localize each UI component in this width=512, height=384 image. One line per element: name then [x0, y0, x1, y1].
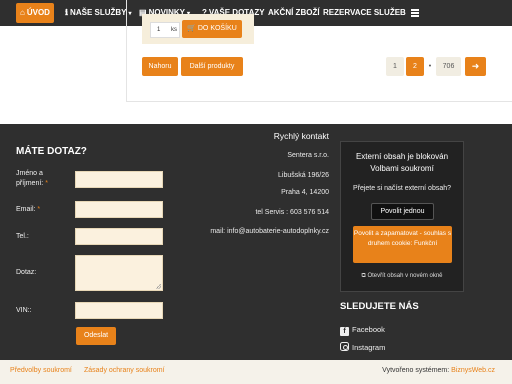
contact-city: Praha 4, 14200	[281, 189, 329, 196]
phone-field[interactable]	[75, 228, 163, 245]
contact-email[interactable]: mail: info@autobaterie-autodoplnky.cz	[210, 228, 329, 235]
external-link-icon: ⧉	[361, 273, 366, 279]
contact-title: Rychlý kontakt	[273, 131, 329, 141]
vin-label: VIN::	[16, 307, 32, 314]
instagram-link[interactable]: Instagram	[340, 342, 385, 352]
next-page-button[interactable]: ➜	[465, 57, 486, 76]
info-icon: ℹ	[65, 8, 69, 17]
social-title: SLEDUJETE NÁS	[340, 301, 419, 312]
open-new-window-label: Otevřít obsah v novém okně	[367, 273, 443, 279]
allow-and-remember-button[interactable]: Povolit a zapamatovat - souhlas s druhem…	[353, 226, 452, 263]
question-textarea[interactable]	[75, 255, 163, 291]
cart-icon: 🛒	[187, 25, 196, 32]
more-products-button[interactable]: Další produkty	[181, 57, 243, 76]
contact-phone: tel Servis : 603 576 514	[255, 209, 329, 216]
nav-services[interactable]: ℹ NAŠE SLUŽBY ▾	[65, 0, 132, 26]
instagram-label: Instagram	[352, 343, 386, 352]
hamburger-icon[interactable]	[411, 9, 419, 17]
page-link-current[interactable]: 2	[406, 57, 424, 76]
resize-handle-icon[interactable]	[156, 284, 161, 289]
quantity-unit: ks	[171, 27, 177, 33]
blocker-title: Externí obsah je blokován Volbami soukro…	[355, 152, 449, 173]
email-field[interactable]	[75, 201, 163, 218]
created-by: Vytvořeno systémem: BiznysWeb.cz	[382, 367, 495, 374]
open-new-window-link[interactable]: ⧉ Otevřít obsah v novém okně	[341, 273, 463, 280]
facebook-icon: f	[340, 327, 349, 336]
nav-home[interactable]: ⌂ ÚVOD	[16, 3, 54, 23]
vin-field[interactable]	[75, 302, 163, 319]
content-border-left	[126, 0, 127, 102]
footer: MÁTE DOTAZ? Jméno a příjmení: * Email: *…	[0, 124, 512, 360]
page-ellipsis: •	[428, 63, 432, 70]
external-content-blocker: Externí obsah je blokován Volbami soukro…	[340, 141, 464, 292]
blocker-question: Přejete si načíst externí obsah?	[352, 185, 452, 192]
home-icon: ⌂	[20, 8, 25, 17]
required-mark: *	[45, 180, 48, 187]
required-mark: *	[37, 206, 41, 213]
add-to-cart-button[interactable]: 🛒 DO KOŠÍKU	[182, 20, 242, 38]
phone-label: Tel.:	[16, 233, 29, 240]
back-to-top-button[interactable]: Nahoru	[142, 57, 178, 76]
email-label-text: Email:	[16, 206, 36, 213]
name-field[interactable]	[75, 171, 163, 188]
name-label-text: Jméno a příjmení:	[16, 170, 44, 187]
nav-reservations[interactable]: REZERVACE SLUŽEB	[323, 0, 406, 26]
name-label: Jméno a příjmení: *	[16, 169, 61, 189]
instagram-icon	[340, 342, 349, 351]
quantity-stepper[interactable]: 1 ks	[150, 22, 180, 38]
contact-street: Libušská 196/26	[278, 172, 329, 179]
chevron-down-icon: ▾	[128, 11, 132, 17]
allow-once-button[interactable]: Povolit jednou	[371, 203, 434, 220]
add-to-cart-label: DO KOŠÍKU	[197, 25, 237, 32]
submit-button[interactable]: Odeslat	[76, 327, 116, 345]
nav-services-label: NAŠE SLUŽBY	[70, 8, 127, 17]
bottom-bar: Předvolby soukromí Zásady ochrany soukro…	[0, 360, 512, 384]
question-label: Dotaz:	[16, 269, 37, 276]
page-link-1[interactable]: 1	[386, 57, 404, 76]
nav-sale-label: AKČNÍ ZBOŽÍ	[268, 8, 320, 17]
nav-home-label: ÚVOD	[26, 8, 50, 17]
form-title: MÁTE DOTAZ?	[16, 146, 87, 157]
arrow-right-icon: ➜	[471, 61, 480, 71]
privacy-preferences-link[interactable]: Předvolby soukromí	[10, 367, 72, 374]
created-by-label: Vytvořeno systémem:	[382, 367, 450, 374]
privacy-policy-link[interactable]: Zásady ochrany soukromí	[84, 367, 165, 374]
system-link[interactable]: BiznysWeb.cz	[451, 367, 495, 374]
nav-sale[interactable]: AKČNÍ ZBOŽÍ	[268, 0, 320, 26]
contact-company: Sentera s.r.o.	[287, 152, 329, 159]
content-border-bottom	[126, 101, 512, 102]
nav-reservations-label: REZERVACE SLUŽEB	[323, 8, 406, 17]
email-label: Email: *	[16, 205, 40, 215]
facebook-link[interactable]: f Facebook	[340, 325, 385, 336]
facebook-label: Facebook	[352, 325, 385, 334]
page-link-last[interactable]: 706	[436, 57, 461, 76]
quantity-value: 1	[157, 27, 161, 33]
top-navigation: ⌂ÚVOD ℹNAŠE SLUŽBY▾ ▤NOVINKY▾ ?VAŠE DOTA…	[0, 0, 512, 26]
